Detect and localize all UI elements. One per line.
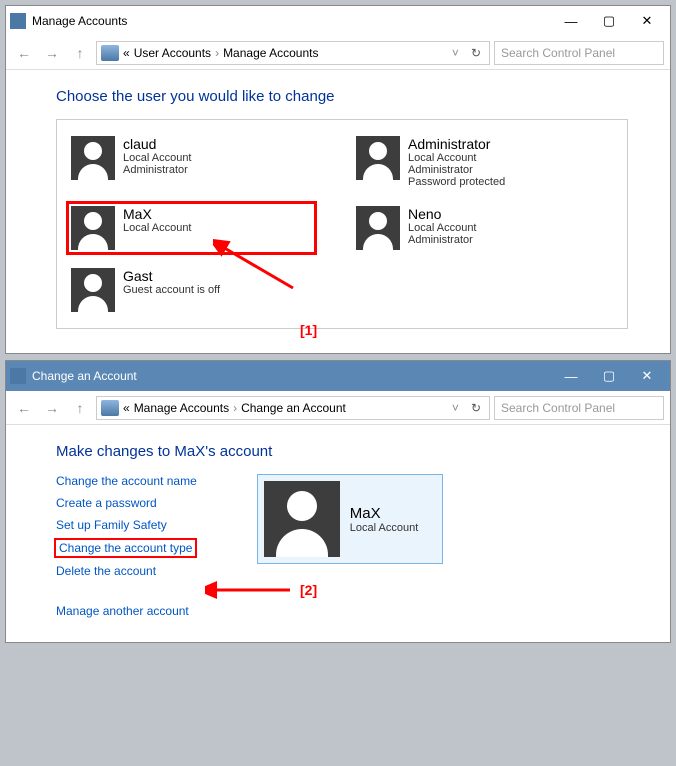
page-heading: Choose the user you would like to change (56, 88, 628, 105)
maximize-button[interactable]: ▢ (590, 364, 628, 388)
close-button[interactable]: ✕ (628, 364, 666, 388)
chevron-down-icon[interactable]: ˅ (448, 46, 463, 60)
close-button[interactable]: ✕ (628, 9, 666, 33)
chevron-down-icon[interactable]: ˅ (448, 401, 463, 415)
action-links: Change the account name Create a password… (56, 474, 197, 618)
account-tile[interactable]: MaXLocal Account (69, 204, 314, 252)
account-tile[interactable]: NenoLocal AccountAdministrator (354, 204, 599, 252)
selected-account-card[interactable]: MaX Local Account (257, 474, 444, 564)
account-sub: Guest account is off (123, 284, 220, 296)
titlebar[interactable]: Manage Accounts — ▢ ✕ (6, 6, 670, 36)
maximize-button[interactable]: ▢ (590, 9, 628, 33)
address-bar[interactable]: « User Accounts › Manage Accounts ˅ ↻ (96, 41, 490, 65)
nav-toolbar: ← → ↑ « Manage Accounts › Change an Acco… (6, 391, 670, 425)
account-info: GastGuest account is off (123, 268, 220, 296)
account-sub: Local Account (408, 152, 505, 164)
refresh-icon[interactable]: ↻ (467, 401, 485, 415)
account-info: MaX Local Account (350, 505, 419, 534)
accounts-list: claudLocal AccountAdministratorAdministr… (56, 119, 628, 329)
content-area: Make changes to MaX's account Change the… (6, 425, 670, 642)
account-sub: Local Account (123, 222, 192, 234)
breadcrumb-item[interactable]: User Accounts (134, 46, 211, 60)
account-tile[interactable]: GastGuest account is off (69, 266, 314, 314)
breadcrumb-prefix: « (123, 401, 130, 415)
account-info: NenoLocal AccountAdministrator (408, 206, 477, 246)
user-accounts-icon (101, 400, 119, 416)
breadcrumb-item[interactable]: Manage Accounts (223, 46, 318, 60)
avatar-icon (264, 481, 340, 557)
back-button[interactable]: ← (12, 41, 36, 65)
avatar-icon (71, 268, 115, 312)
up-button[interactable]: ↑ (68, 41, 92, 65)
back-button[interactable]: ← (12, 396, 36, 420)
action-link[interactable]: Change the account name (56, 474, 197, 488)
account-sub: Local Account (408, 222, 477, 234)
chevron-right-icon: › (233, 401, 237, 415)
avatar-icon (71, 206, 115, 250)
forward-button[interactable]: → (40, 41, 64, 65)
action-link[interactable]: Set up Family Safety (56, 518, 197, 532)
avatar-icon (356, 136, 400, 180)
account-sub: Local Account (123, 152, 192, 164)
nav-toolbar: ← → ↑ « User Accounts › Manage Accounts … (6, 36, 670, 70)
account-info: claudLocal AccountAdministrator (123, 136, 192, 176)
user-accounts-icon (101, 45, 119, 61)
account-name: Gast (123, 268, 220, 284)
breadcrumb-item[interactable]: Change an Account (241, 401, 346, 415)
chevron-right-icon: › (215, 46, 219, 60)
refresh-icon[interactable]: ↻ (467, 46, 485, 60)
app-icon (10, 13, 26, 29)
manage-accounts-window: Manage Accounts — ▢ ✕ ← → ↑ « User Accou… (5, 5, 671, 354)
action-link[interactable]: Delete the account (56, 564, 197, 578)
account-info: AdministratorLocal AccountAdministratorP… (408, 136, 505, 188)
account-tile[interactable]: AdministratorLocal AccountAdministratorP… (354, 134, 599, 190)
account-sub: Administrator (408, 164, 505, 176)
titlebar[interactable]: Change an Account — ▢ ✕ (6, 361, 670, 391)
up-button[interactable]: ↑ (68, 396, 92, 420)
window-title: Manage Accounts (32, 14, 127, 28)
change-account-window: Change an Account — ▢ ✕ ← → ↑ « Manage A… (5, 360, 671, 643)
account-name: Administrator (408, 136, 505, 152)
manage-another-link[interactable]: Manage another account (56, 604, 197, 618)
account-name: MaX (350, 505, 419, 522)
app-icon (10, 368, 26, 384)
avatar-icon (356, 206, 400, 250)
account-sub: Administrator (408, 234, 477, 246)
account-name: MaX (123, 206, 192, 222)
account-name: Neno (408, 206, 477, 222)
address-bar[interactable]: « Manage Accounts › Change an Account ˅ … (96, 396, 490, 420)
breadcrumb-item[interactable]: Manage Accounts (134, 401, 229, 415)
account-info: MaXLocal Account (123, 206, 192, 234)
forward-button[interactable]: → (40, 396, 64, 420)
avatar-icon (71, 136, 115, 180)
search-input[interactable]: Search Control Panel (494, 396, 664, 420)
minimize-button[interactable]: — (552, 364, 590, 388)
account-type: Local Account (350, 522, 419, 534)
search-input[interactable]: Search Control Panel (494, 41, 664, 65)
account-sub: Administrator (123, 164, 192, 176)
content-area: Choose the user you would like to change… (6, 70, 670, 353)
action-link[interactable]: Create a password (56, 496, 197, 510)
page-heading: Make changes to MaX's account (56, 443, 628, 460)
window-title: Change an Account (32, 369, 137, 383)
account-tile[interactable]: claudLocal AccountAdministrator (69, 134, 314, 190)
action-link[interactable]: Change the account type (56, 540, 195, 556)
account-sub: Password protected (408, 176, 505, 188)
account-name: claud (123, 136, 192, 152)
minimize-button[interactable]: — (552, 9, 590, 33)
breadcrumb-prefix: « (123, 46, 130, 60)
